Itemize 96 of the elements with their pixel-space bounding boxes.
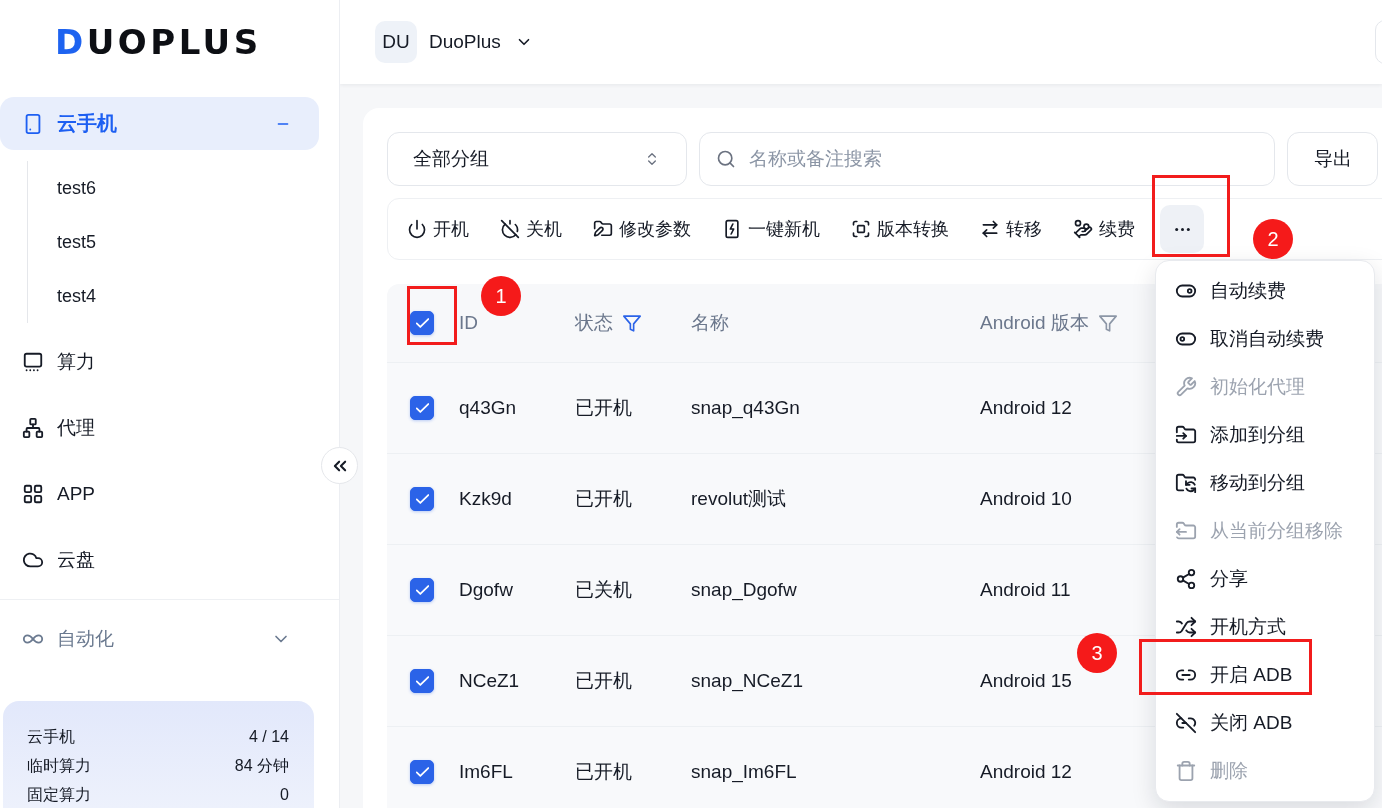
phone-bolt-icon [722,219,742,239]
table-cell: Kzk9d [459,488,512,510]
monitor-icon [22,351,44,373]
link-off-icon [1175,712,1197,734]
workspace-name[interactable]: DuoPlus [429,31,501,53]
column-header: ID [459,312,478,334]
table-cell: Android 12 [980,761,1072,783]
usage-value: 0 [280,785,289,805]
menu-item[interactable]: 分享 [1156,555,1374,603]
usage-value: 4 / 14 [248,727,289,747]
hand-coins-icon [1073,219,1093,239]
menu-item[interactable]: 自动续费 [1156,267,1374,315]
check-icon [415,767,429,777]
step-marker: 2 [1253,219,1293,259]
folder-pen-icon [593,219,613,239]
folder-sync-icon [1175,472,1197,494]
row-checkbox[interactable] [410,578,434,602]
table-cell-text: 已开机 [575,396,632,420]
trash-icon [1175,760,1197,782]
toolbar-button[interactable]: 关机 [500,209,562,249]
column-header: 名称 [691,311,729,335]
usage-label: 临时算力 [27,756,91,776]
table-cell: NCeZ1 [459,670,520,692]
table-cell: snap_NCeZ1 [691,670,803,692]
menu-item[interactable]: 开启 ADB [1156,651,1374,699]
share-icon [1175,568,1197,590]
table-cell: Im6FL [459,761,513,783]
check-icon [415,585,429,595]
table-cell-text: 已开机 [575,760,632,784]
row-checkbox[interactable] [410,760,434,784]
shuffle-icon [1175,616,1197,638]
usage-label: 云手机 [27,727,75,747]
collapse-button[interactable] [321,447,358,484]
nav-group[interactable]: 自动化 [0,606,319,672]
step-marker: 1 [481,276,521,316]
toolbar-button[interactable]: 开机 [407,209,469,249]
search-icon [716,149,736,169]
highlight-frame [407,286,457,345]
toolbar-button[interactable]: 版本转换 [851,209,949,249]
filter-icon[interactable] [623,314,641,332]
folder-out-icon [1175,520,1197,542]
menu-item[interactable]: 取消自动续费 [1156,315,1374,363]
nav-item[interactable]: 代理 [0,395,319,461]
folder-in-icon [1175,424,1197,446]
scan-frame-icon [851,219,871,239]
check-icon [415,318,429,328]
table-cell: snap_Im6FL [691,761,797,783]
toolbar-button[interactable]: 转移 [980,209,1042,249]
logo: DUOPLUS [55,25,262,59]
ellipsis-icon [1173,226,1191,232]
table-cell: Android 10 [980,488,1072,510]
table-cell: Android 11 [980,579,1071,601]
nav-item[interactable]: 云手机 [0,97,319,150]
table-cell-text: 已关机 [575,578,632,602]
search-field[interactable]: 名称或备注搜索 [699,132,1275,186]
nav-subitem[interactable]: test5 [28,215,319,269]
wrench-icon [1175,376,1197,398]
usage-label: 固定算力 [27,785,91,805]
row-checkbox[interactable] [410,669,434,693]
nav-item[interactable]: APP [0,461,319,527]
nav-item[interactable]: 算力 [0,329,319,395]
table-cell-text: 已开机 [575,487,632,511]
chevrons-left-icon [332,459,347,472]
check-icon [415,403,429,413]
menu-item[interactable]: 移动到分组 [1156,459,1374,507]
table-cell: snap_Dgofw [691,579,797,601]
table-cell: Android 12 [980,397,1072,419]
arrows-left-right-icon [980,219,1000,239]
nav-subitem[interactable]: test4 [28,269,319,323]
toolbar-button[interactable]: 修改参数 [593,209,691,249]
table-cell: q43Gn [459,397,517,419]
table-cell: snap_q43Gn [691,397,800,419]
check-icon [415,676,429,686]
network-icon [22,417,44,439]
row-checkbox[interactable] [410,487,434,511]
nav-item[interactable]: 云盘 [0,527,319,593]
toolbar-button[interactable]: 一键新机 [722,209,820,249]
row-checkbox[interactable] [410,396,434,420]
nav-subitem[interactable]: test6 [28,161,319,215]
power-off-icon [500,219,520,239]
column-header: 状态 [575,311,613,335]
power-icon [407,219,427,239]
table-cell: Android 15 [980,670,1072,692]
toolbar-button[interactable]: 续费 [1073,209,1135,249]
usage-value: 84 分钟 [234,756,289,776]
export-button[interactable]: 导出 [1287,132,1378,186]
table-cell-text: 已开机 [575,669,632,693]
grid-icon [22,483,44,505]
group-select[interactable]: 全部分组 [387,132,687,186]
select-all-checkbox[interactable] [410,311,434,335]
check-icon [415,494,429,504]
table-cell: Dgofw [459,579,513,601]
workspace-avatar[interactable]: DU [375,21,417,63]
column-header: Android 版本 [980,311,1089,335]
filter-icon[interactable] [1098,314,1117,332]
table-cell-text: revolut测试 [691,487,787,511]
